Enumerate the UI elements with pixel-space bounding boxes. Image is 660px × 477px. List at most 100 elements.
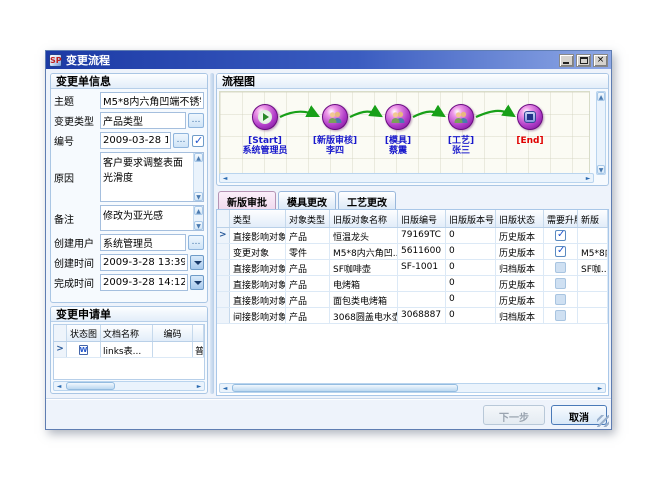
finish-time-label: 完成时间 xyxy=(54,275,100,290)
tabstrip: 新版审批 模具更改 工艺更改 xyxy=(218,191,609,209)
flow-node-craft[interactable] xyxy=(448,104,474,130)
subject-label: 主题 xyxy=(54,93,100,108)
change-request-group: 变更申请单 状态图 文档名称 编码 > W links表... 普通 xyxy=(50,306,208,394)
create-time-input[interactable] xyxy=(100,254,188,271)
upgrade-checkbox[interactable] xyxy=(555,246,566,257)
row-selector: > xyxy=(217,228,230,243)
type-header[interactable]: 类型 xyxy=(230,210,286,227)
old-code-header[interactable]: 旧版编号 xyxy=(398,210,446,227)
scroll-left-icon[interactable]: ◄ xyxy=(220,384,230,392)
number-browse-button[interactable]: … xyxy=(173,133,189,148)
resize-grip[interactable] xyxy=(597,415,609,427)
creator-browse-button[interactable]: … xyxy=(188,235,204,250)
flow-hscrollbar[interactable]: ◄ ► xyxy=(219,173,594,183)
finish-time-dropdown-button[interactable] xyxy=(190,275,204,290)
reason-label: 原因 xyxy=(54,170,100,185)
doc-name-header[interactable]: 文档名称 xyxy=(101,325,153,341)
flow-canvas[interactable]: [Start]系统管理员 [新版审核]李四 [模具]蔡震 [工艺]张三 [End… xyxy=(219,91,590,175)
node-label-start: [Start]系统管理员 xyxy=(225,136,305,156)
create-time-label: 创建时间 xyxy=(54,255,100,270)
remark-scrollbar[interactable]: ▲ ▼ xyxy=(193,206,203,230)
number-input[interactable] xyxy=(100,132,171,149)
flow-node-mold[interactable] xyxy=(385,104,411,130)
old-ver-header[interactable]: 旧版版本号 xyxy=(446,210,496,227)
change-request-table: 状态图 文档名称 编码 > W links表... 普通 xyxy=(53,324,205,380)
table-panel: 类型 对象类型 旧版对象名称 旧版编号 旧版版本号 旧版状态 需要升版 新版 >… xyxy=(216,209,609,396)
window-title: 变更流程 xyxy=(66,52,557,68)
upgrade-header[interactable]: 需要升版 xyxy=(544,210,578,227)
upgrade-checkbox[interactable] xyxy=(555,310,566,321)
close-button[interactable]: × xyxy=(593,54,608,67)
change-objects-table: 类型 对象类型 旧版对象名称 旧版编号 旧版版本号 旧版状态 需要升版 新版 >… xyxy=(217,210,608,381)
node-label-end: [End] xyxy=(490,136,570,146)
upgrade-checkbox[interactable] xyxy=(555,278,566,289)
minimize-icon xyxy=(563,62,569,64)
start-icon xyxy=(258,110,272,124)
scroll-down-icon[interactable]: ▼ xyxy=(194,192,203,201)
titlebar[interactable]: SP 变更流程 × xyxy=(46,51,611,69)
scroll-down-icon[interactable]: ▼ xyxy=(597,165,605,174)
old-status-header[interactable]: 旧版状态 xyxy=(496,210,544,227)
minimize-button[interactable] xyxy=(559,54,574,67)
reason-textarea[interactable]: 客户要求调整表面光滑度 xyxy=(101,153,193,201)
footer: 下一步 取消 xyxy=(46,398,611,429)
status-icon-header[interactable]: 状态图 xyxy=(67,325,101,341)
scroll-right-icon[interactable]: ► xyxy=(583,174,593,182)
users-icon xyxy=(390,111,406,124)
code-header[interactable]: 编码 xyxy=(153,325,193,341)
scroll-right-icon[interactable]: ► xyxy=(595,384,605,392)
tab-new-version-approval[interactable]: 新版审批 xyxy=(218,191,276,209)
scroll-down-icon[interactable]: ▼ xyxy=(194,221,203,230)
new-name-header[interactable]: 新版 xyxy=(578,210,608,227)
scroll-right-icon[interactable]: ► xyxy=(194,382,204,390)
maximize-button[interactable] xyxy=(576,54,591,67)
finish-time-input[interactable] xyxy=(100,274,188,291)
creator-input[interactable] xyxy=(100,234,186,251)
flow-node-end[interactable] xyxy=(517,104,543,130)
table-row[interactable]: 间接影响对象 产品 3068圆盖电水壶 3068887 0 归档版本 xyxy=(217,308,608,324)
doc-name-cell: links表... xyxy=(101,342,153,357)
change-type-input[interactable] xyxy=(100,112,186,129)
users-icon xyxy=(327,111,343,124)
scroll-left-icon[interactable]: ◄ xyxy=(220,174,230,182)
upgrade-checkbox[interactable] xyxy=(555,294,566,305)
users-icon xyxy=(453,111,469,124)
scrollbar-thumb[interactable] xyxy=(232,384,458,392)
flow-node-start[interactable] xyxy=(252,104,278,130)
reason-scrollbar[interactable]: ▲ ▼ xyxy=(193,153,203,201)
panel-splitter[interactable] xyxy=(210,73,214,394)
scroll-up-icon[interactable]: ▲ xyxy=(194,153,203,162)
objects-table-hscrollbar[interactable]: ◄ ► xyxy=(219,383,606,393)
scrollbar-thumb[interactable] xyxy=(66,382,115,390)
tab-craft-change[interactable]: 工艺更改 xyxy=(338,191,396,209)
tab-mold-change[interactable]: 模具更改 xyxy=(278,191,336,209)
request-table-hscrollbar[interactable]: ◄ ► xyxy=(53,381,205,391)
flow-chart-group: 流程图 xyxy=(216,73,609,186)
table-row[interactable]: > W links表... 普通 xyxy=(54,342,204,358)
upgrade-checkbox[interactable] xyxy=(555,262,566,273)
maximize-icon xyxy=(580,57,588,64)
remark-textarea[interactable]: 修改为亚光感 xyxy=(101,206,193,230)
change-type-label: 变更类型 xyxy=(54,113,100,128)
flow-node-review[interactable] xyxy=(322,104,348,130)
flow-vscrollbar[interactable]: ▲ ▼ xyxy=(596,91,606,175)
subject-input[interactable] xyxy=(100,92,204,109)
obj-type-header[interactable]: 对象类型 xyxy=(286,210,330,227)
scroll-left-icon[interactable]: ◄ xyxy=(54,382,64,390)
table-row[interactable]: > 直接影响对象 产品 恒温龙头 79169TC 0 历史版本 xyxy=(217,228,608,244)
next-button[interactable]: 下一步 xyxy=(483,405,545,425)
table-row[interactable]: 直接影响对象 产品 SF咖啡壶 SF-1001 0 归档版本 SF咖... xyxy=(217,260,608,276)
upgrade-checkbox[interactable] xyxy=(555,230,566,241)
close-icon: × xyxy=(597,55,605,65)
table-row[interactable]: 直接影响对象 产品 电烤箱 0 历史版本 xyxy=(217,276,608,292)
old-name-header[interactable]: 旧版对象名称 xyxy=(330,210,398,227)
create-time-dropdown-button[interactable] xyxy=(190,255,204,270)
number-checkbox[interactable] xyxy=(192,135,204,147)
table-row[interactable]: 变更对象 零件 M5*8内六角凹... 5611600 0 历史版本 M5*8内… xyxy=(217,244,608,260)
change-type-browse-button[interactable]: … xyxy=(188,113,204,128)
table-row[interactable]: 直接影响对象 产品 面包类电烤箱 0 历史版本 xyxy=(217,292,608,308)
scroll-up-icon[interactable]: ▲ xyxy=(597,92,605,101)
number-label: 编号 xyxy=(54,133,100,148)
group-title: 流程图 xyxy=(217,74,608,89)
scroll-up-icon[interactable]: ▲ xyxy=(194,206,203,215)
